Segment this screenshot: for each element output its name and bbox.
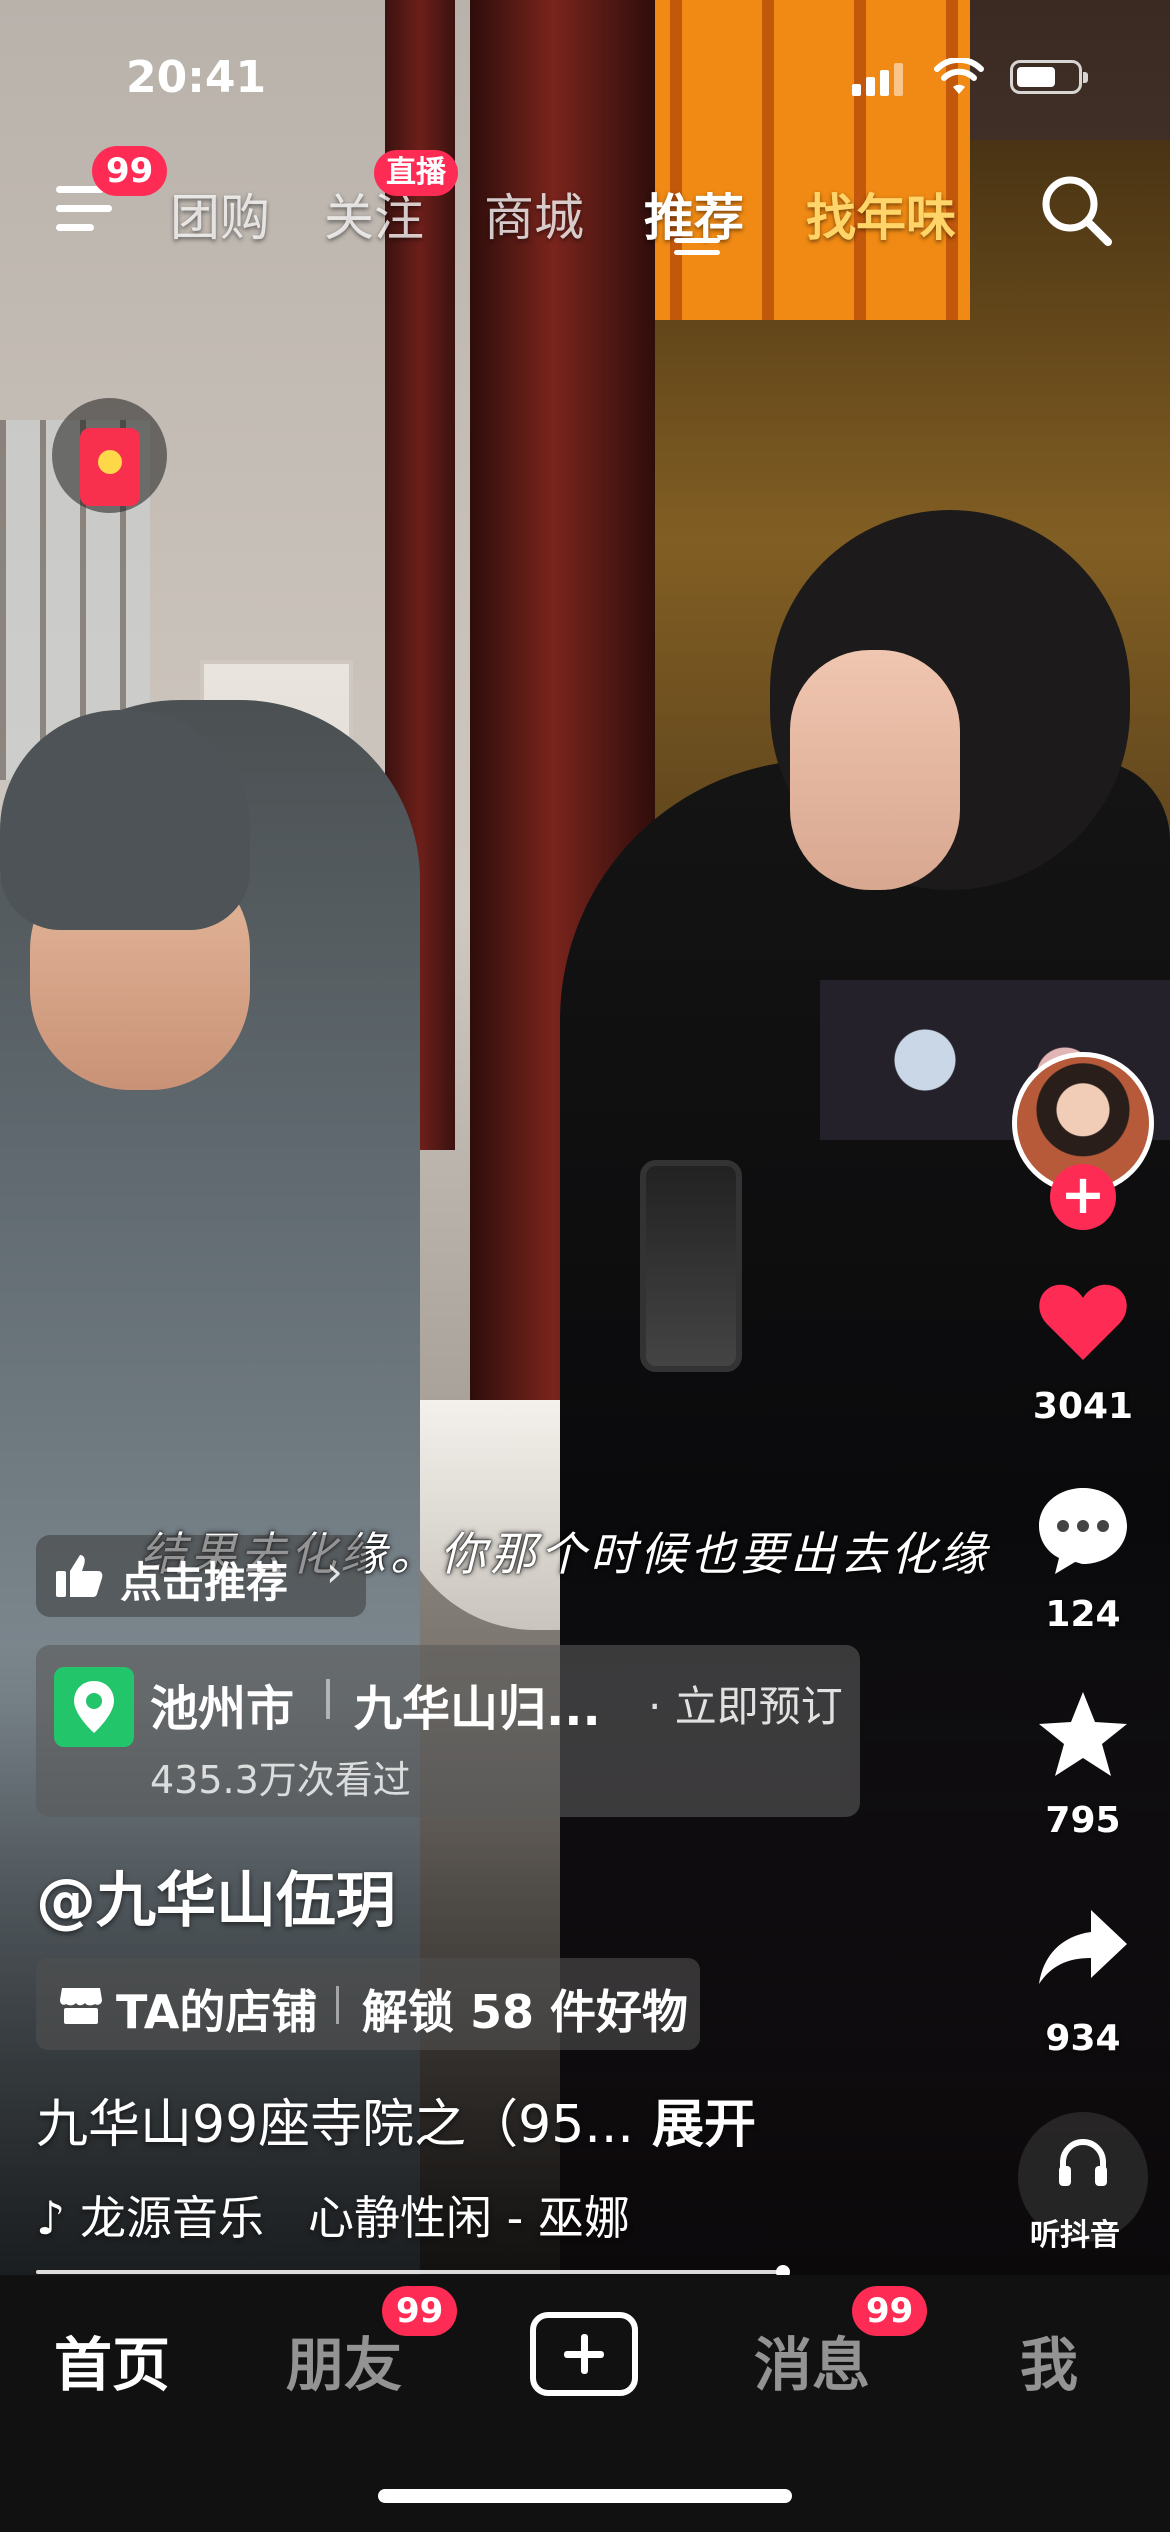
location-city: 池州市 — [150, 1681, 295, 1737]
scene-hat — [0, 710, 250, 930]
tab-group-buy[interactable]: 团购 — [170, 178, 270, 250]
comment-icon[interactable] — [1033, 1480, 1133, 1580]
location-card[interactable]: 池州市 九华山归... · 立即预订 435.3万次看过 — [36, 1645, 860, 1817]
cellular-signal-icon — [852, 62, 904, 96]
video-progress-bar[interactable] — [36, 2270, 783, 2274]
share-icon[interactable] — [1033, 1900, 1133, 2000]
like-count: 3041 — [1032, 1386, 1134, 1427]
star-icon[interactable] — [1033, 1686, 1133, 1786]
book-now-link[interactable]: · 立即预订 — [648, 1673, 843, 1734]
search-icon[interactable] — [1034, 168, 1118, 252]
tab-me[interactable]: 我 — [1020, 2318, 1078, 2402]
menu-notification-badge: 99 — [92, 146, 168, 196]
shop-unlock-label: 解锁 58 件好物 — [362, 1985, 689, 2039]
friends-badge: 99 — [382, 2286, 458, 2336]
shop-button[interactable]: TA的店铺 解锁 58 件好物 — [36, 1958, 700, 2050]
create-button[interactable] — [530, 2312, 638, 2396]
scene-phone — [640, 1160, 742, 1372]
store-icon — [60, 1988, 102, 2024]
thumbs-up-icon — [56, 1555, 103, 1597]
recommend-button[interactable]: 点击推荐 › — [36, 1535, 366, 1617]
video-description[interactable]: 九华山99座寺院之（95... 展开 — [36, 2082, 756, 2157]
tab-home[interactable]: 首页 — [54, 2318, 170, 2402]
follow-button[interactable]: + — [1050, 1164, 1116, 1230]
location-place: 九华山归... — [354, 1681, 601, 1737]
shop-label: TA的店铺 — [116, 1985, 318, 2039]
tab-messages[interactable]: 消息 — [754, 2318, 870, 2402]
share-count: 934 — [1045, 2018, 1121, 2059]
status-time: 20:41 — [126, 52, 267, 103]
active-tab-indicator-icon — [674, 238, 720, 258]
location-pin-icon — [54, 1667, 134, 1747]
headphones-icon — [1059, 2139, 1107, 2186]
music-note-icon: ♪ — [36, 2191, 66, 2245]
music-source: 龙源音乐 — [80, 2191, 264, 2245]
messages-badge: 99 — [852, 2286, 928, 2336]
divider — [326, 1679, 330, 1719]
expand-link[interactable]: 展开 — [652, 2095, 756, 2155]
location-views: 435.3万次看过 — [150, 1758, 411, 1802]
heart-icon[interactable] — [1033, 1272, 1133, 1372]
home-indicator[interactable] — [378, 2489, 792, 2503]
music-info[interactable]: ♪ 龙源音乐 心静性闲 - 巫娜 — [36, 2182, 630, 2248]
wifi-icon — [934, 58, 984, 94]
scene-face — [790, 650, 960, 890]
description-text: 九华山99座寺院之（95... — [36, 2095, 634, 2155]
favorite-count: 795 — [1045, 1800, 1121, 1841]
listen-label: 听抖音 — [1030, 2218, 1120, 2253]
battery-icon — [1010, 60, 1088, 94]
music-track: 心静性闲 - 巫娜 — [308, 2191, 630, 2245]
red-packet-icon[interactable] — [52, 398, 167, 513]
recommend-label: 点击推荐 — [120, 1558, 289, 1607]
divider — [336, 1986, 339, 2024]
tab-friends[interactable]: 朋友 — [286, 2318, 402, 2402]
chevron-right-icon: › — [326, 1547, 343, 1596]
live-badge: 直播 — [374, 150, 458, 196]
tab-mall[interactable]: 商城 — [484, 178, 584, 250]
comment-count: 124 — [1045, 1594, 1121, 1635]
author-name[interactable]: @九华山伍玥 — [36, 1852, 396, 1939]
tab-new-year[interactable]: 找年味 — [806, 178, 956, 250]
